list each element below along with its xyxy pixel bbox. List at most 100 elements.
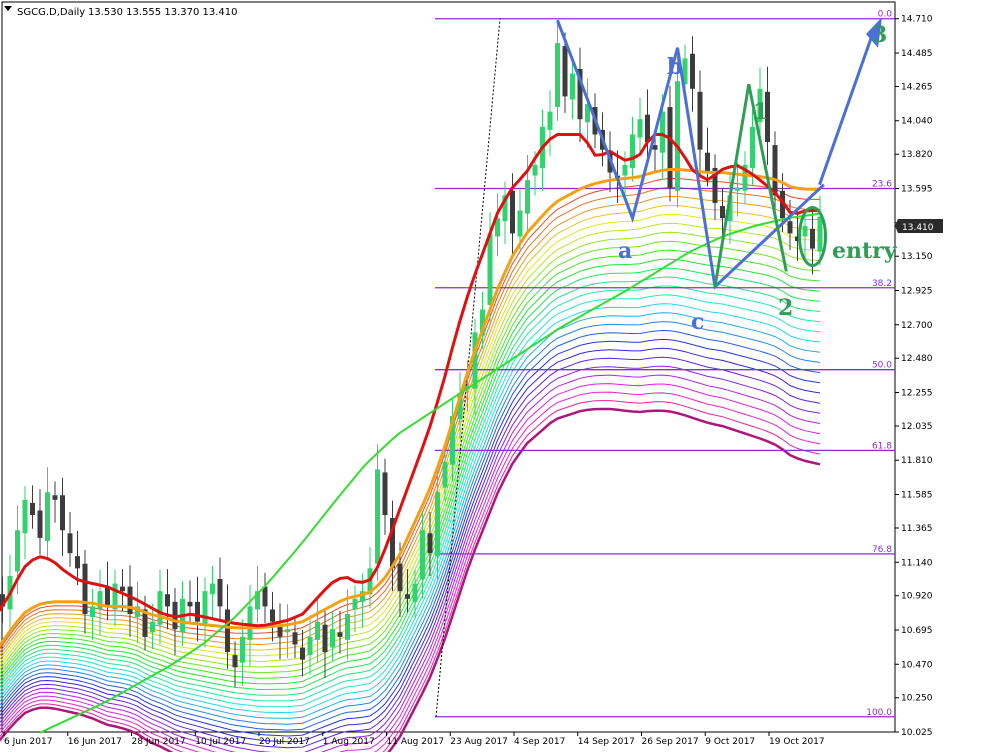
chart-area[interactable]: 0.0 23.6 38.2 50.0 61.8 76.8 100.0 10.025 10.25… bbox=[0, 0, 986, 752]
candle-body bbox=[652, 145, 658, 150]
candle-body bbox=[472, 332, 478, 389]
candle-body bbox=[240, 636, 245, 663]
candle-body bbox=[525, 180, 530, 214]
entry-label: entry bbox=[832, 238, 898, 264]
candle-body bbox=[105, 586, 110, 607]
candle-body bbox=[210, 583, 215, 595]
candle-body bbox=[247, 606, 253, 640]
wave-label-a: a bbox=[618, 238, 632, 264]
candle-body bbox=[337, 632, 343, 637]
price-chart[interactable]: 0.0 23.6 38.2 50.0 61.8 76.8 100.0 10.025 10.25… bbox=[0, 0, 986, 752]
y-tick-label: 10.695 bbox=[901, 626, 933, 636]
candle-body bbox=[67, 533, 73, 554]
x-tick-label: 26 Sep 2017 bbox=[642, 737, 699, 747]
candle-body bbox=[90, 606, 95, 618]
candle-body bbox=[517, 210, 523, 237]
fib-level-label: 0.0 bbox=[878, 10, 893, 20]
wave-label-b: b bbox=[667, 54, 682, 80]
candle-body bbox=[420, 530, 425, 579]
candle-body bbox=[52, 495, 58, 500]
x-tick-label: 10 Jul 2017 bbox=[195, 737, 246, 747]
candle-body bbox=[382, 472, 388, 516]
candle-body bbox=[690, 53, 695, 89]
candle-body bbox=[225, 609, 230, 653]
y-tick-label: 10.025 bbox=[901, 728, 933, 738]
candle-body bbox=[562, 46, 568, 97]
x-tick-label: 14 Sep 2017 bbox=[578, 737, 635, 747]
candle-body bbox=[750, 126, 755, 168]
candle-body bbox=[532, 164, 538, 176]
candle-body bbox=[510, 190, 515, 234]
candle-body bbox=[675, 81, 680, 191]
y-tick-label: 12.255 bbox=[901, 389, 933, 399]
y-tick-label: 14.710 bbox=[901, 15, 933, 25]
ohlc-values: 13.530 13.555 13.370 13.410 bbox=[88, 7, 238, 18]
candle-body bbox=[22, 499, 28, 534]
y-tick-label: 10.920 bbox=[901, 592, 933, 602]
chart-title: SGCG.D,Daily bbox=[17, 7, 85, 18]
x-tick-label: 6 Jun 2017 bbox=[4, 737, 52, 747]
candle-body bbox=[322, 624, 328, 653]
y-tick-label: 12.035 bbox=[901, 422, 933, 432]
candle-body bbox=[570, 73, 575, 100]
candle-body bbox=[810, 228, 815, 249]
wave-label-c: c bbox=[691, 309, 704, 335]
candle-body bbox=[705, 152, 710, 173]
x-tick-label: 28 Jun 2017 bbox=[132, 737, 186, 747]
candle-body bbox=[165, 594, 170, 607]
y-tick-label: 14.040 bbox=[901, 117, 933, 127]
x-tick-label: 19 Oct 2017 bbox=[769, 737, 825, 747]
candle-body bbox=[217, 578, 223, 607]
candle-body bbox=[637, 119, 643, 138]
y-tick-label: 12.925 bbox=[901, 286, 933, 296]
candle-body bbox=[435, 492, 440, 557]
candle-body bbox=[442, 461, 448, 488]
x-tick-label: 23 Aug 2017 bbox=[450, 737, 508, 747]
candle-body bbox=[547, 111, 553, 130]
candle-body bbox=[157, 591, 163, 625]
candle-body bbox=[202, 591, 208, 625]
y-tick-label: 12.700 bbox=[901, 321, 933, 331]
candle-body bbox=[262, 586, 268, 607]
candle-body bbox=[60, 495, 65, 531]
candle-body bbox=[75, 556, 80, 569]
x-tick-label: 4 Sep 2017 bbox=[514, 737, 565, 747]
y-tick-label: 14.265 bbox=[901, 82, 933, 92]
x-tick-label: 1 Aug 2017 bbox=[323, 737, 375, 747]
fib-level-label: 50.0 bbox=[872, 361, 892, 371]
candle-body bbox=[345, 614, 350, 640]
candle-body bbox=[120, 586, 125, 592]
x-tick-label: 9 Oct 2017 bbox=[705, 737, 755, 747]
candle-body bbox=[82, 563, 88, 615]
fib-level-label: 61.8 bbox=[872, 441, 892, 451]
y-tick-label: 11.585 bbox=[901, 491, 933, 501]
wave-label-2: 2 bbox=[778, 295, 793, 321]
candle-body bbox=[127, 586, 133, 615]
candle-body bbox=[285, 629, 290, 633]
y-tick-label: 13.595 bbox=[901, 184, 933, 194]
candle-body bbox=[787, 221, 793, 234]
candle-body bbox=[375, 469, 380, 564]
candle-body bbox=[735, 187, 740, 191]
y-tick-label: 12.480 bbox=[901, 354, 933, 364]
candle-body bbox=[187, 601, 193, 607]
candle-body bbox=[645, 114, 650, 143]
candle-body bbox=[427, 533, 433, 554]
candle-body bbox=[555, 43, 560, 108]
candle-body bbox=[622, 164, 628, 176]
candle-body bbox=[487, 233, 493, 305]
candle-body bbox=[697, 91, 703, 150]
candle-body bbox=[397, 563, 403, 592]
fib-level-label: 23.6 bbox=[872, 179, 892, 189]
y-tick-label: 11.140 bbox=[901, 558, 933, 568]
y-tick-label: 13.820 bbox=[901, 150, 933, 160]
candle-body bbox=[412, 583, 418, 602]
candle-body bbox=[352, 598, 358, 610]
x-tick-label: 11 Aug 2017 bbox=[387, 737, 445, 747]
candle-body bbox=[150, 621, 155, 633]
candle-body bbox=[37, 510, 43, 538]
candle-body bbox=[772, 145, 778, 196]
candle-body bbox=[307, 636, 313, 656]
y-tick-label: 11.365 bbox=[901, 524, 933, 534]
candle-body bbox=[195, 601, 200, 622]
